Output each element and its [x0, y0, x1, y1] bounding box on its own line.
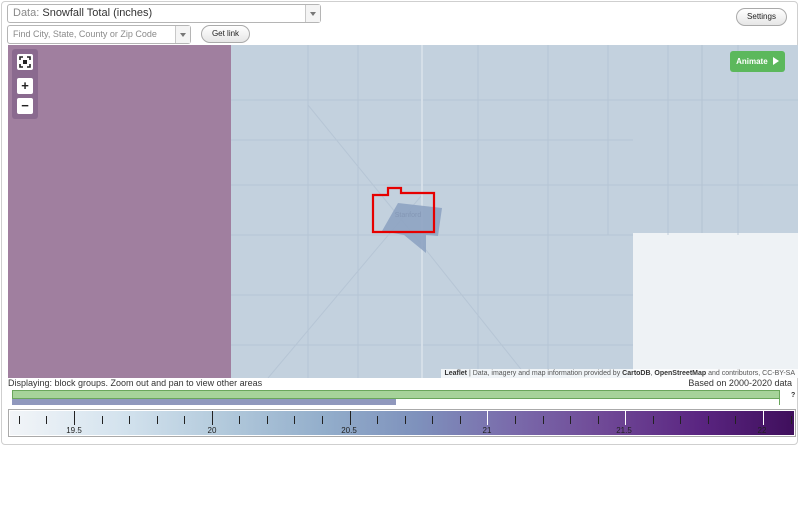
chevron-down-icon[interactable] — [175, 26, 190, 43]
legend-minor-tick — [266, 416, 268, 424]
legend-minor-tick — [514, 416, 516, 424]
search-placeholder: Find City, State, County or Zip Code — [13, 29, 157, 39]
attribution-text: | Data, imagery and map information prov… — [467, 370, 623, 377]
place-label: Stanford — [395, 212, 422, 219]
legend-minor-tick — [735, 416, 737, 424]
legend-minor-tick — [184, 416, 186, 424]
animate-button[interactable]: Animate — [730, 51, 785, 72]
legend-minor-tick — [652, 416, 654, 424]
chevron-down-icon[interactable] — [305, 5, 320, 22]
animate-label: Animate — [736, 57, 768, 66]
play-icon — [772, 57, 779, 65]
osm-link[interactable]: OpenStreetMap — [654, 370, 706, 377]
cartodb-link[interactable]: CartoDB — [622, 370, 650, 377]
legend-minor-tick — [542, 416, 544, 424]
legend-minor-tick — [790, 416, 792, 424]
settings-button[interactable]: Settings — [736, 8, 787, 26]
color-legend: 19.5 20 20.5 21 21.5 22 — [8, 409, 796, 437]
display-status: Displaying: block groups. Zoom out and p… — [8, 378, 263, 388]
legend-minor-tick — [18, 416, 20, 424]
legend-major-tick — [211, 411, 213, 425]
legend-minor-tick — [129, 416, 131, 424]
legend-minor-tick — [377, 416, 379, 424]
timeline-remaining — [396, 399, 780, 405]
legend-minor-tick — [156, 416, 158, 424]
legend-minor-tick — [294, 416, 296, 424]
legend-minor-tick — [432, 416, 434, 424]
legend-major-tick — [763, 411, 764, 425]
data-select-value: Snowfall Total (inches) — [42, 7, 153, 19]
fullscreen-icon[interactable] — [17, 54, 33, 70]
legend-label-21: 21 — [482, 426, 492, 435]
zoom-out-button[interactable]: − — [17, 98, 33, 114]
legend-label-22: 22 — [757, 426, 767, 435]
map-layer[interactable]: Stanford — [8, 45, 798, 378]
legend-minor-tick — [322, 416, 324, 424]
legend-minor-tick — [404, 416, 406, 424]
data-range-note: Based on 2000-2020 data — [688, 378, 792, 388]
legend-minor-tick — [597, 416, 599, 424]
attribution-tail: and contributors, CC-BY-SA — [706, 370, 795, 377]
zoom-in-button[interactable]: + — [17, 78, 33, 94]
legend-minor-tick — [459, 416, 461, 424]
data-select[interactable]: Data: Snowfall Total (inches) — [7, 4, 321, 23]
leaflet-link[interactable]: Leaflet — [444, 370, 467, 377]
legend-minor-tick — [239, 416, 241, 424]
east-region[interactable] — [633, 233, 798, 378]
legend-label-21-5: 21.5 — [616, 426, 632, 435]
west-region[interactable] — [8, 45, 231, 378]
legend-minor-tick — [570, 416, 572, 424]
legend-minor-tick — [101, 416, 103, 424]
location-search-input[interactable]: Find City, State, County or Zip Code — [7, 25, 191, 44]
legend-minor-tick — [46, 416, 48, 424]
map-attribution: Leaflet | Data, imagery and map informat… — [441, 369, 798, 378]
legend-minor-tick — [680, 416, 682, 424]
legend-major-tick — [625, 411, 627, 425]
legend-major-tick — [487, 411, 489, 425]
legend-major-tick — [74, 411, 75, 425]
legend-label-20: 20 — [207, 426, 217, 435]
help-icon[interactable]: ? — [791, 392, 795, 399]
data-select-label: Data: — [13, 7, 40, 19]
map-view[interactable]: Stanford + − Animate Leaflet | Data, ima… — [8, 45, 798, 378]
timeline-range[interactable] — [12, 399, 396, 405]
timeline-bar[interactable] — [12, 390, 780, 399]
legend-label-19-5: 19.5 — [66, 426, 82, 435]
get-link-button[interactable]: Get link — [201, 25, 250, 43]
legend-label-20-5: 20.5 — [341, 426, 357, 435]
zoom-control: + − — [12, 49, 38, 119]
legend-gradient — [10, 411, 794, 435]
legend-major-tick — [349, 411, 351, 425]
legend-minor-tick — [707, 416, 709, 424]
